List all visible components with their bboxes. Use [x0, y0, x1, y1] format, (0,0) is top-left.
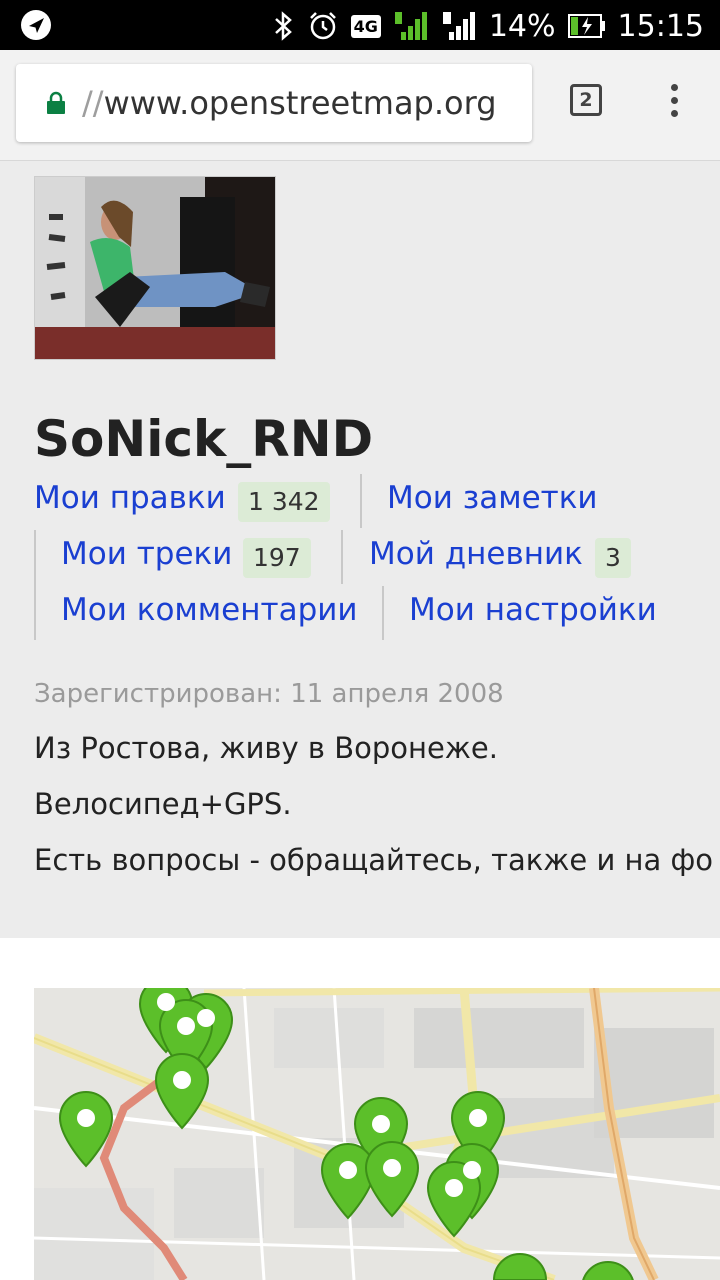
- url-bar[interactable]: //www.openstreetmap.org: [16, 64, 532, 142]
- bio-line: Есть вопросы - обращайтесь, также и на ф…: [34, 843, 714, 877]
- link-divider: [382, 586, 384, 640]
- navigation-arrow-icon: [20, 9, 52, 45]
- my-traces-link[interactable]: Мои треки: [61, 536, 232, 572]
- link-divider: [34, 530, 36, 640]
- browser-toolbar: //www.openstreetmap.org 2: [0, 50, 720, 161]
- edits-count-badge: 1 342: [238, 482, 330, 522]
- battery-percent: 14%: [488, 8, 556, 44]
- overflow-menu-icon[interactable]: [660, 84, 688, 124]
- link-divider: [360, 474, 362, 528]
- link-divider: [341, 530, 343, 584]
- my-notes-link[interactable]: Мои заметки: [387, 480, 598, 516]
- username-heading: SoNick_RND: [34, 410, 374, 468]
- status-bar: 4G 14% 15:15: [0, 0, 720, 50]
- diary-count-badge: 3: [595, 538, 631, 578]
- alarm-clock-icon: [307, 10, 339, 42]
- bluetooth-icon: [273, 10, 295, 42]
- tab-switcher-button[interactable]: 2: [570, 84, 602, 116]
- my-settings-link[interactable]: Мои настройки: [409, 592, 657, 628]
- url-text: //www.openstreetmap.org: [82, 84, 497, 122]
- my-edits-link[interactable]: Мои правки: [34, 480, 226, 516]
- lock-icon: [46, 91, 66, 115]
- url-host: www.openstreetmap.org: [103, 84, 497, 122]
- bio-line: Из Ростова, живу в Воронеже.: [34, 731, 498, 765]
- user-avatar: [34, 176, 276, 360]
- network-type-badge: 4G: [350, 14, 381, 38]
- clock: 15:15: [617, 8, 704, 44]
- signal-sim2-icon: [441, 10, 477, 42]
- signal-sim1-icon: [393, 10, 429, 42]
- my-diary-link[interactable]: Мой дневник: [369, 536, 583, 572]
- battery-charging-icon: [567, 13, 606, 39]
- traces-count-badge: 197: [243, 538, 311, 578]
- registration-date: Зарегистрирован: 11 апреля 2008: [34, 679, 504, 709]
- url-scheme: //: [82, 84, 104, 122]
- traces-map[interactable]: [34, 988, 720, 1280]
- bio-line: Велосипед+GPS.: [34, 787, 292, 821]
- my-comments-link[interactable]: Мои комментарии: [61, 592, 358, 628]
